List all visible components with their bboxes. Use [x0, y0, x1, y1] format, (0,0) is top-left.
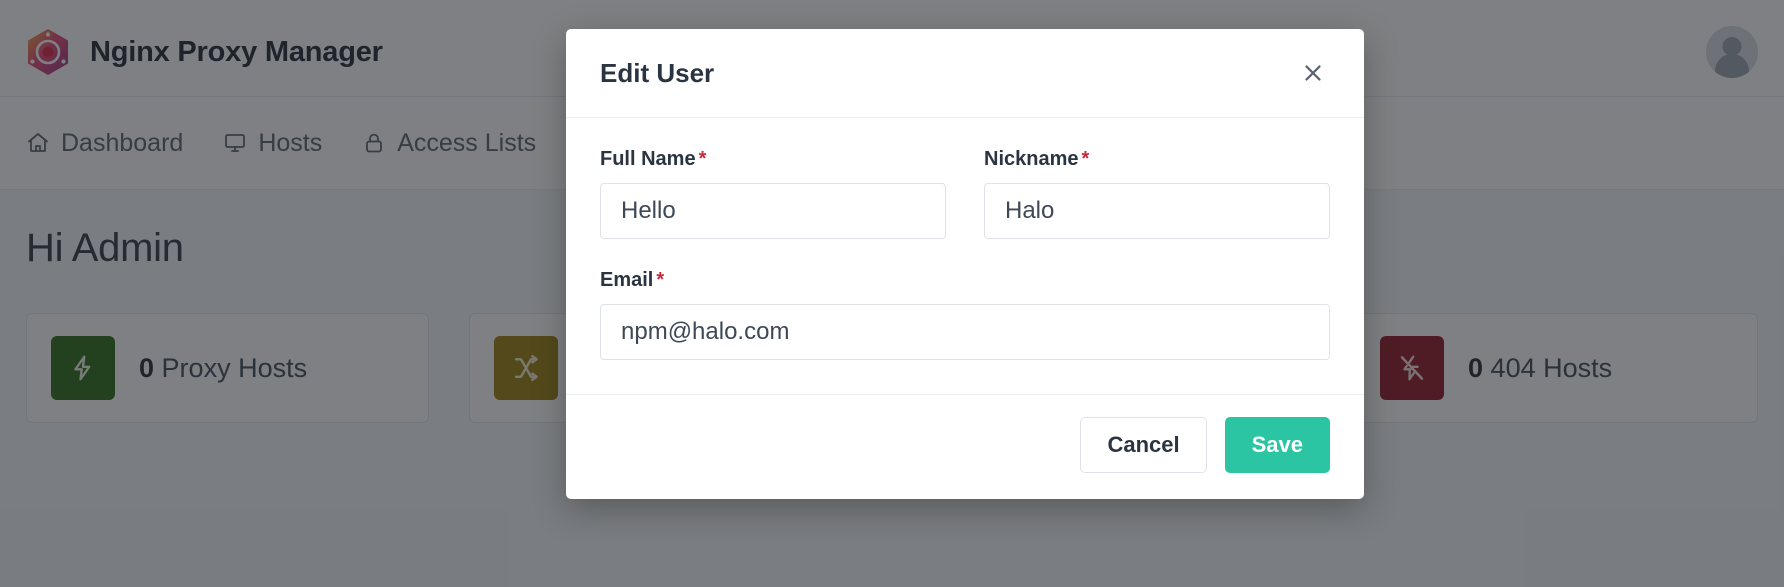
modal-title: Edit User	[600, 57, 715, 88]
email-input[interactable]	[600, 304, 1330, 360]
required-marker: *	[656, 269, 665, 291]
email-field-row: Email *	[600, 269, 1330, 360]
email-label-text: Email	[600, 269, 654, 291]
full-name-field-group: Full Name *	[600, 148, 946, 239]
modal-header: Edit User	[566, 29, 1364, 118]
modal-footer: Cancel Save	[566, 394, 1364, 499]
email-field-group: Email *	[600, 269, 1330, 360]
edit-user-modal: Edit User Full Name* Nickname*	[566, 29, 1364, 499]
required-marker: *	[1081, 148, 1090, 170]
email-label: Email *	[600, 269, 1330, 292]
nickname-input[interactable]	[984, 183, 1330, 239]
full-name-input[interactable]	[600, 183, 946, 239]
nickname-label-text: Nickname	[984, 148, 1079, 170]
modal-body: Full Name* Nickname* Email*	[566, 118, 1364, 394]
full-name-label: Full Name *	[600, 148, 946, 171]
cancel-button[interactable]: Cancel	[1080, 417, 1207, 473]
close-icon[interactable]	[1296, 56, 1330, 90]
name-fields-row: Full Name* Nickname*	[600, 148, 1330, 269]
nickname-label: Nickname *	[984, 148, 1330, 171]
nickname-field-group: Nickname *	[984, 148, 1330, 239]
required-marker: *	[698, 148, 707, 170]
full-name-label-text: Full Name	[600, 148, 696, 170]
save-button[interactable]: Save	[1224, 417, 1330, 473]
